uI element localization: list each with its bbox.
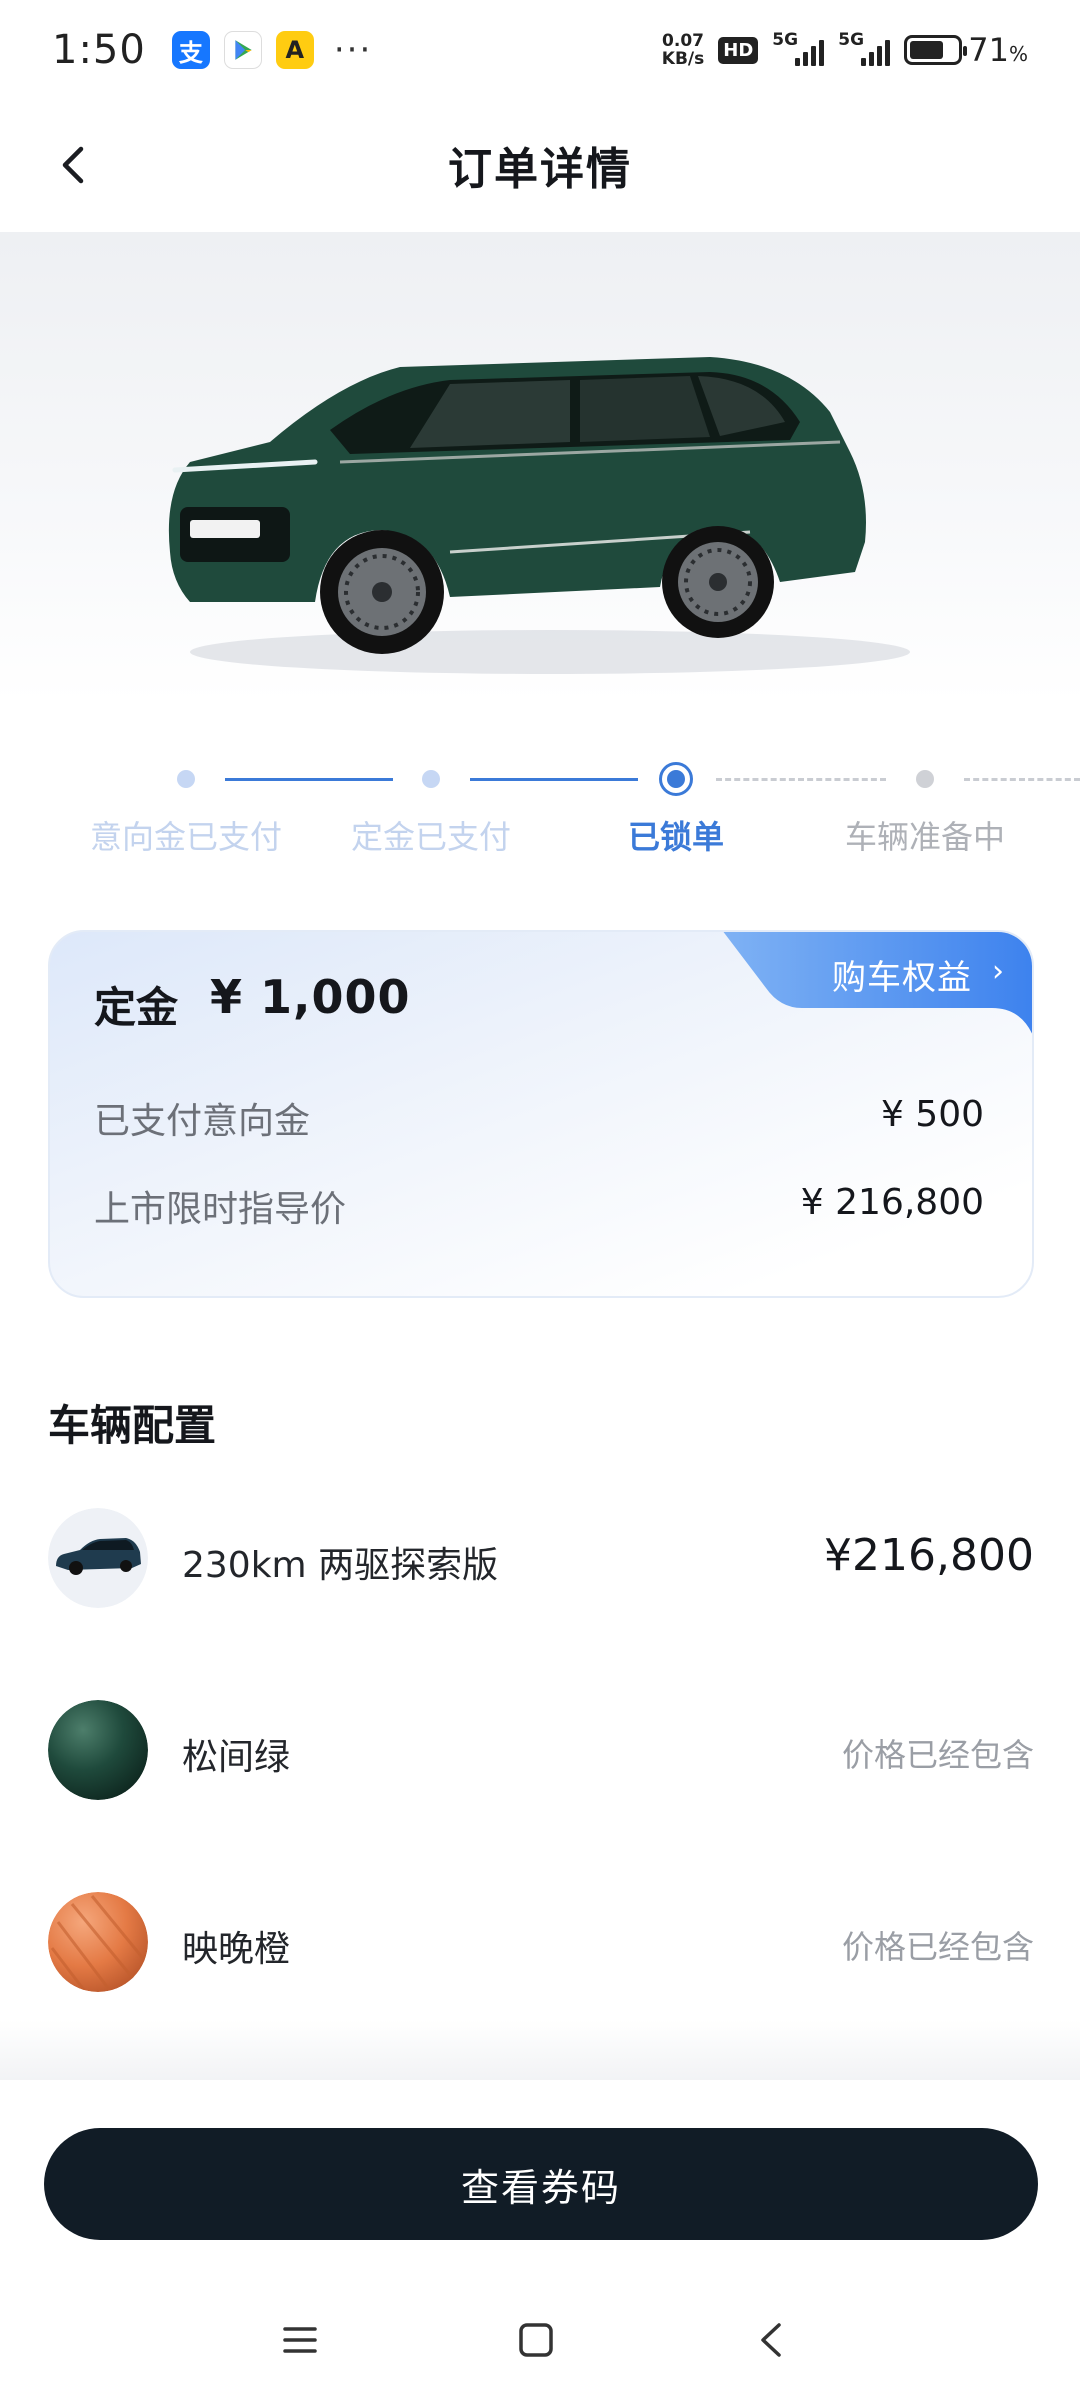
signal-network-type-2: 5G: [838, 30, 865, 50]
status-indicators: 0.07 KB/s HD 5G 5G 71%: [662, 30, 1028, 70]
scroll-fade: [0, 2020, 1080, 2080]
progress-connector: [470, 778, 638, 781]
car-thumbnail: [48, 1508, 148, 1608]
back-triangle-icon: [761, 2323, 781, 2357]
back-button[interactable]: [40, 130, 110, 200]
page-header: 订单详情: [0, 110, 1080, 220]
menu-icon: [283, 2327, 317, 2353]
config-interior-color-name: 映晚橙: [182, 1929, 291, 1970]
signal-strength-icon: 5G: [772, 30, 825, 70]
network-speed-unit: KB/s: [661, 49, 705, 69]
orange-interior-swatch: [48, 1892, 148, 1992]
progress-step-current-dot: [659, 762, 693, 796]
green-paint-swatch: [48, 1700, 148, 1800]
network-speed-value: 0.07: [662, 31, 704, 51]
network-speed: 0.07 KB/s: [662, 32, 704, 68]
deposit-label: 定金: [94, 983, 179, 1032]
back-chevron-icon: [62, 146, 84, 184]
progress-step-dot: [177, 770, 195, 788]
home-nav-button[interactable]: [506, 2310, 566, 2370]
deposit-amount: ¥ 1,000: [210, 970, 411, 1024]
progress-step-dot: [422, 770, 440, 788]
progress-step-label: 车辆准备中: [844, 818, 1006, 856]
signal-network-type: 5G: [772, 30, 799, 50]
config-item-version: 230km 两驱探索版 ¥216,800: [48, 1508, 1034, 1608]
config-exterior-color-note: 价格已经包含: [841, 1736, 1034, 1774]
guide-price-value: ¥ 216,800: [800, 1182, 984, 1223]
view-coupon-code-button[interactable]: 查看券码: [44, 2128, 1038, 2240]
config-item-exterior-color: 松间绿 价格已经包含: [48, 1700, 1034, 1800]
home-square-icon: [519, 2323, 553, 2357]
paid-intent-value: ¥ 500: [880, 1094, 984, 1135]
progress-step-dot: [916, 770, 934, 788]
config-version-price: ¥216,800: [824, 1530, 1034, 1581]
status-app-icons: 支 A ···: [171, 30, 373, 70]
hd-voice-icon: HD: [718, 36, 759, 64]
chevron-right-icon: ›: [992, 954, 1004, 989]
benefit-label: 购车权益: [832, 958, 972, 998]
config-version-name: 230km 两驱探索版: [182, 1545, 499, 1586]
menu-nav-button[interactable]: [270, 2310, 330, 2370]
progress-connector: [716, 778, 886, 781]
bottom-action-bar: 查看券码: [0, 2080, 1080, 2400]
config-item-interior-color: 映晚橙 价格已经包含: [48, 1892, 1034, 1992]
config-exterior-color-name: 松间绿: [182, 1737, 291, 1778]
suv-car-image: [168, 357, 910, 674]
status-bar: 1:50 支 A ··· 0.07 KB/s HD 5G 5G 71%: [0, 0, 1080, 100]
config-interior-color-note: 价格已经包含: [841, 1928, 1034, 1966]
play-store-icon: [223, 31, 262, 69]
vehicle-hero-image: [0, 232, 1080, 702]
signal-strength-icon-2: 5G: [838, 30, 891, 70]
battery-level: [910, 41, 943, 59]
progress-connector: [964, 778, 1080, 781]
paid-intent-label: 已支付意向金: [94, 1101, 311, 1142]
battery-icon: [904, 35, 968, 65]
system-navigation-bar: [0, 2300, 1080, 2380]
battery-indicator: 71%: [904, 31, 1028, 69]
vehicle-config-title: 车辆配置: [48, 1401, 217, 1450]
progress-step-label: 定金已支付: [350, 818, 512, 856]
battery-percentage: 71%: [968, 31, 1028, 69]
price-summary-card: 购车权益 › 定金 ¥ 1,000 已支付意向金 ¥ 500 上市限时指导价 ¥…: [48, 930, 1034, 1298]
progress-connector: [225, 778, 393, 781]
more-notifications-icon: ···: [333, 30, 373, 70]
page-title: 订单详情: [448, 144, 632, 195]
yellow-app-icon: A: [275, 31, 314, 69]
status-time: 1:50: [52, 27, 146, 73]
alipay-icon: 支: [171, 31, 210, 69]
back-nav-button[interactable]: [742, 2310, 802, 2370]
guide-price-label: 上市限时指导价: [94, 1189, 347, 1230]
order-progress-tracker: 意向金已支付 定金已支付 已锁单 车辆准备中: [0, 752, 1080, 872]
progress-step-label: 意向金已支付: [89, 818, 283, 856]
purchase-benefits-button[interactable]: 购车权益 ›: [722, 932, 1032, 1038]
progress-step-label: 已锁单: [627, 818, 725, 856]
